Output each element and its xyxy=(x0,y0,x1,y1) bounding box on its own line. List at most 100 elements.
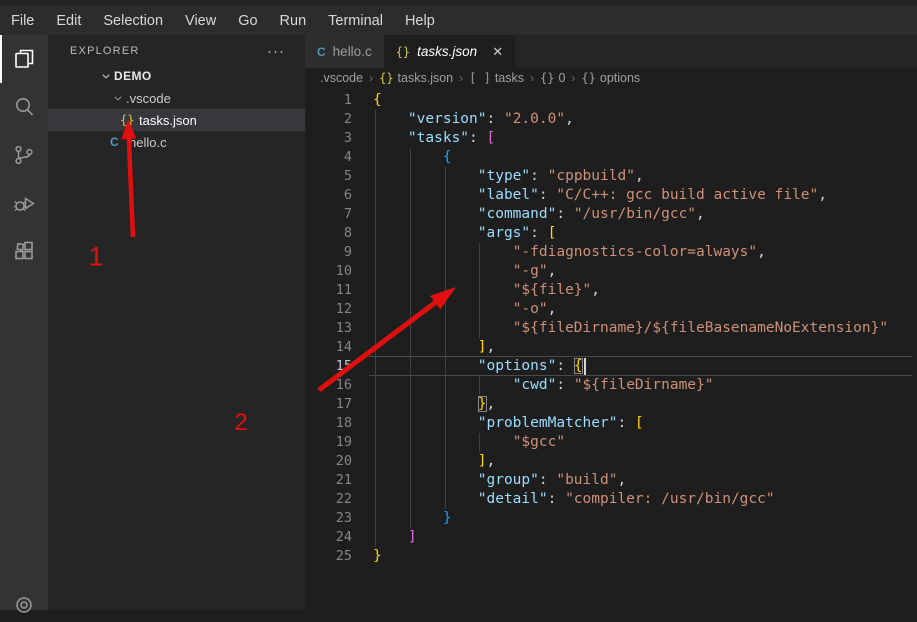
code-token: } xyxy=(443,510,452,526)
code-line-20[interactable]: 20 ], xyxy=(305,452,917,471)
code-line-1[interactable]: 1{ xyxy=(305,91,917,110)
code-token: "detail" xyxy=(478,491,548,507)
code-line-14[interactable]: 14 ], xyxy=(305,338,917,357)
object-symbol-icon: {} xyxy=(581,71,595,85)
code-text: ], xyxy=(373,452,495,471)
code-token: "$gcc" xyxy=(513,434,565,450)
workspace-root-demo[interactable]: DEMO xyxy=(48,65,305,87)
extensions-icon[interactable] xyxy=(0,227,48,275)
code-line-24[interactable]: 24 ] xyxy=(305,528,917,547)
code-line-9[interactable]: 9 "-fdiagnostics-color=always", xyxy=(305,243,917,262)
tab-hello-c[interactable]: C hello.c xyxy=(305,35,384,68)
code-line-13[interactable]: 13 "${fileDirname}/${fileBasenameNoExten… xyxy=(305,319,917,338)
menu-selection[interactable]: Selection xyxy=(92,13,174,29)
code-line-6[interactable]: 6 "label": "C/C++: gcc build active file… xyxy=(305,186,917,205)
source-control-icon[interactable] xyxy=(0,131,48,179)
code-line-2[interactable]: 2 "version": "2.0.0", xyxy=(305,110,917,129)
menu-run[interactable]: Run xyxy=(269,13,318,29)
code-line-15[interactable]: 15 "options": { xyxy=(305,357,917,376)
run-debug-icon[interactable] xyxy=(0,179,48,227)
code-token: "group" xyxy=(478,472,539,488)
code-token: "label" xyxy=(478,187,539,203)
menu-terminal[interactable]: Terminal xyxy=(317,13,394,29)
breadcrumb-tasks[interactable]: [ ] tasks xyxy=(469,71,524,85)
breadcrumb-options[interactable]: {} options xyxy=(581,71,640,85)
breadcrumb-label: .vscode xyxy=(320,71,363,85)
code-token xyxy=(373,434,513,450)
code-line-10[interactable]: 10 "-g", xyxy=(305,262,917,281)
code-line-18[interactable]: 18 "problemMatcher": [ xyxy=(305,414,917,433)
code-text: "problemMatcher": [ xyxy=(373,414,644,433)
menu-file[interactable]: File xyxy=(0,13,45,29)
code-token: , xyxy=(757,244,766,260)
file-hello-c[interactable]: C hello.c xyxy=(48,131,305,153)
menu-edit[interactable]: Edit xyxy=(45,13,92,29)
code-token xyxy=(373,491,478,507)
code-token: "/usr/bin/gcc" xyxy=(574,206,696,222)
line-number: 18 xyxy=(305,414,352,433)
code-line-21[interactable]: 21 "group": "build", xyxy=(305,471,917,490)
code-text: "${fileDirname}/${fileBasenameNoExtensio… xyxy=(373,319,888,338)
breadcrumb-0[interactable]: {} 0 xyxy=(540,71,565,85)
code-line-4[interactable]: 4 { xyxy=(305,148,917,167)
code-line-23[interactable]: 23 } xyxy=(305,509,917,528)
code-line-3[interactable]: 3 "tasks": [ xyxy=(305,129,917,148)
tab-tasks-json[interactable]: {} tasks.json ✕ xyxy=(384,35,515,68)
code-line-8[interactable]: 8 "args": [ xyxy=(305,224,917,243)
code-token: : xyxy=(530,168,547,184)
code-text: "-g", xyxy=(373,262,556,281)
code-text: "options": { xyxy=(373,357,586,376)
code-token xyxy=(373,168,478,184)
code-line-7[interactable]: 7 "command": "/usr/bin/gcc", xyxy=(305,205,917,224)
breadcrumb-label: 0 xyxy=(558,71,565,85)
breadcrumb-vscode[interactable]: .vscode xyxy=(320,71,363,85)
menu-go[interactable]: Go xyxy=(227,13,268,29)
folder-vscode-label: .vscode xyxy=(126,91,171,106)
code-token: , xyxy=(696,206,705,222)
explorer-icon[interactable] xyxy=(0,35,48,83)
json-symbol-icon: {} xyxy=(379,71,393,85)
code-line-17[interactable]: 17 }, xyxy=(305,395,917,414)
code-token xyxy=(373,206,478,222)
line-number: 22 xyxy=(305,490,352,509)
tab-bar: C hello.c {} tasks.json ✕ xyxy=(305,35,917,68)
line-number: 3 xyxy=(305,129,352,148)
breadcrumb-separator: › xyxy=(530,71,534,85)
code-text: } xyxy=(373,509,452,528)
code-text: "type": "cppbuild", xyxy=(373,167,644,186)
close-icon[interactable]: ✕ xyxy=(492,44,503,60)
code-token xyxy=(373,358,478,374)
gear-icon[interactable] xyxy=(12,593,36,622)
code-token: : xyxy=(556,358,573,374)
line-number: 16 xyxy=(305,376,352,395)
array-symbol-icon: [ ] xyxy=(469,71,491,85)
code-token: "${fileDirname}/${fileBasenameNoExtensio… xyxy=(513,320,888,336)
code-line-19[interactable]: 19 "$gcc" xyxy=(305,433,917,452)
code-token xyxy=(373,377,513,393)
ellipsis-icon[interactable]: ··· xyxy=(267,43,285,60)
code-token: "cwd" xyxy=(513,377,557,393)
folder-vscode[interactable]: .vscode xyxy=(48,87,305,109)
code-token xyxy=(373,244,513,260)
menu-help[interactable]: Help xyxy=(394,13,446,29)
code-token: "C/C++: gcc build active file" xyxy=(556,187,818,203)
code-token: "-g" xyxy=(513,263,548,279)
breadcrumb-tasks-json[interactable]: {} tasks.json xyxy=(379,71,453,85)
code-token: } xyxy=(373,548,382,564)
code-token: } xyxy=(478,396,487,412)
code-line-22[interactable]: 22 "detail": "compiler: /usr/bin/gcc" xyxy=(305,490,917,509)
code-area[interactable]: 1{2 "version": "2.0.0",3 "tasks": [4 {5 … xyxy=(305,88,917,610)
code-token: , xyxy=(635,168,644,184)
search-icon[interactable] xyxy=(0,83,48,131)
code-token xyxy=(373,396,478,412)
file-tasks-json[interactable]: {} tasks.json xyxy=(48,109,305,131)
code-line-25[interactable]: 25} xyxy=(305,547,917,566)
json-file-icon: {} xyxy=(120,113,139,127)
code-line-11[interactable]: 11 "${file}", xyxy=(305,281,917,300)
code-line-16[interactable]: 16 "cwd": "${fileDirname}" xyxy=(305,376,917,395)
code-line-5[interactable]: 5 "type": "cppbuild", xyxy=(305,167,917,186)
code-token: { xyxy=(574,358,583,374)
menu-view[interactable]: View xyxy=(174,13,227,29)
code-token xyxy=(373,111,408,127)
code-line-12[interactable]: 12 "-o", xyxy=(305,300,917,319)
